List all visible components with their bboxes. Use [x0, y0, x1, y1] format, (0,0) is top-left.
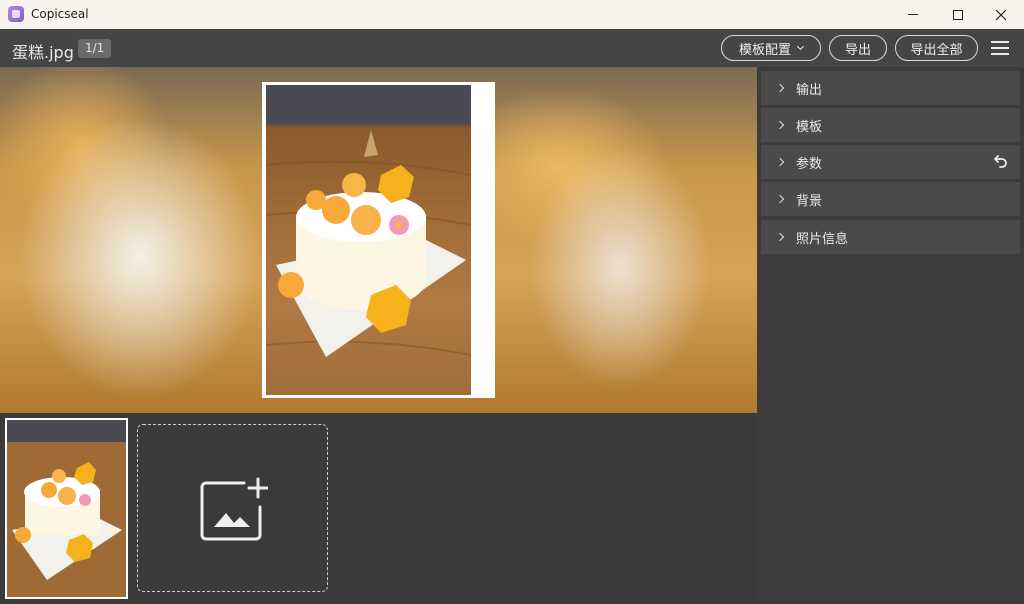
add-image-button[interactable] — [137, 424, 328, 592]
close-icon — [995, 9, 1007, 20]
panel-label: 输出 — [796, 82, 823, 98]
export-all-button[interactable]: 导出全部 — [895, 35, 978, 61]
close-button[interactable] — [978, 0, 1024, 29]
cake-image — [266, 130, 471, 357]
hamburger-icon[interactable] — [991, 41, 1009, 55]
chevron-right-icon — [775, 157, 785, 167]
chevron-right-icon — [775, 194, 785, 204]
template-config-button[interactable]: 模板配置 — [721, 35, 821, 61]
template-config-label: 模板配置 — [738, 42, 791, 58]
panel-label: 参数 — [796, 156, 823, 172]
panel-label: 模板 — [796, 119, 823, 135]
panel-template[interactable]: 模板 — [761, 108, 1020, 142]
title-bar: Copicseal — [0, 0, 1024, 29]
maximize-icon — [953, 9, 963, 20]
minimize-icon — [908, 14, 918, 15]
minimize-button[interactable] — [890, 0, 936, 29]
chevron-right-icon — [775, 232, 785, 242]
panel-label: 背景 — [796, 193, 823, 209]
export-all-label: 导出全部 — [910, 42, 963, 58]
app-logo-icon — [8, 6, 24, 22]
chevron-down-icon — [796, 42, 805, 50]
thumbnail-image — [7, 420, 126, 597]
chevron-right-icon — [775, 83, 785, 93]
panel-photo-info[interactable]: 照片信息 — [761, 220, 1020, 254]
thumbnail-item[interactable] — [5, 418, 128, 599]
file-name: 蛋糕.jpg — [12, 43, 74, 62]
toolbar: 蛋糕.jpg 1/1 模板配置 导出 导出全部 — [0, 29, 1024, 67]
undo-icon[interactable] — [992, 154, 1008, 170]
app-title: Copicseal — [31, 7, 89, 21]
panel-background[interactable]: 背景 — [761, 182, 1020, 216]
export-label: 导出 — [844, 42, 871, 58]
chevron-right-icon — [775, 120, 785, 130]
panel-label: 照片信息 — [796, 231, 849, 247]
panel-parameters[interactable]: 参数 — [761, 145, 1020, 179]
maximize-button[interactable] — [935, 0, 981, 29]
panel-output[interactable]: 输出 — [761, 71, 1020, 105]
preview-photo — [266, 85, 471, 395]
export-button[interactable]: 导出 — [829, 35, 887, 61]
page-indicator: 1/1 — [78, 39, 112, 58]
add-image-icon — [200, 477, 268, 541]
